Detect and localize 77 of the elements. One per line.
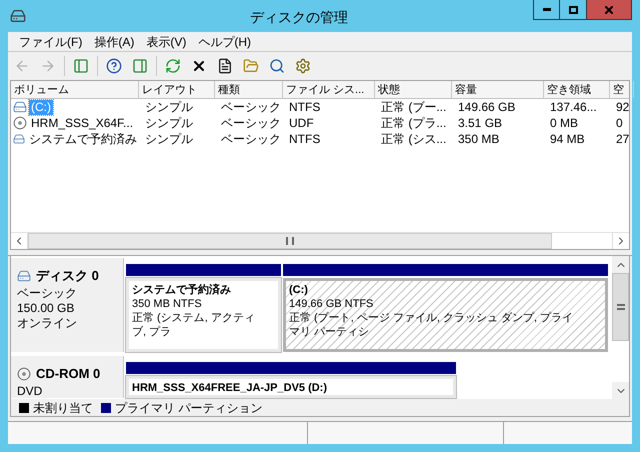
partition-status: 正常 (ブート, ページ ファイル, クラッシュ ダンプ, プライマリ パーティシ <box>289 311 574 339</box>
table-cell-text: シンプル <box>144 99 194 115</box>
disk-name: CD-ROM 0 <box>36 365 100 383</box>
close-icon <box>191 58 207 74</box>
table-cell-text: シンプル <box>144 131 194 147</box>
column-header[interactable]: 容量 <box>452 81 544 98</box>
disk-name: ディスク 0 <box>36 267 99 285</box>
partition-size: 149.66 GB NTFS <box>289 297 374 311</box>
menu-item[interactable]: 表示(V) <box>141 32 192 50</box>
table-cell-text: ベーシック <box>220 99 282 115</box>
disk-size: 150.00 GB <box>17 300 76 316</box>
table-cell-text: シンプル <box>144 115 194 131</box>
table-cell-text: 3.51 GB <box>457 115 504 131</box>
column-header[interactable]: 状態 <box>375 81 452 98</box>
column-header[interactable]: ボリューム <box>11 81 139 98</box>
partition-name: (C:) <box>289 283 309 297</box>
partition-name: システムで予約済み <box>132 283 232 297</box>
close-button[interactable] <box>587 0 632 20</box>
disc-drive-icon <box>17 366 31 381</box>
search-icon <box>269 58 285 74</box>
disk-status: オンライン <box>17 316 78 330</box>
partition-block[interactable]: システムで予約済み 350 MB NTFS 正常 (システム, アクティブ, プラ <box>126 278 281 352</box>
table-cell-text: 正常 (プラ... <box>380 115 448 131</box>
column-header[interactable]: 種類 <box>215 81 283 98</box>
legend-label: 未割り当て <box>33 400 93 416</box>
hard-drive-icon <box>13 100 27 114</box>
disk-info-panel[interactable]: ディスク 0 ベーシック 150.00 GB オンライン <box>11 258 124 352</box>
app-icon <box>10 8 26 24</box>
table-cell-text: ベーシック <box>220 131 282 147</box>
legend-label: プライマリ パーティション <box>115 400 262 416</box>
volume-name[interactable]: システムで予約済み <box>27 132 139 146</box>
partition-size: 350 MB NTFS <box>132 297 203 311</box>
disk-type: ベーシック <box>17 286 78 300</box>
horizontal-scrollbar[interactable] <box>28 233 552 249</box>
table-cell-text: 149.66 GB <box>457 99 516 115</box>
toolbar-button[interactable] <box>104 56 124 76</box>
table-cell-text: NTFS <box>288 99 322 115</box>
table-cell-text: 27 <box>615 131 630 147</box>
document-icon <box>217 58 233 74</box>
help-icon <box>106 58 122 74</box>
table-cell-text: 正常 (シス... <box>380 131 448 147</box>
table-cell-text: UDF <box>288 115 315 131</box>
table-cell-text: ベーシック <box>220 115 282 131</box>
partition-block[interactable]: HRM_SSS_X64FREE_JA-JP_DV5 (D:) <box>126 376 456 398</box>
menu-item[interactable]: ヘルプ(H) <box>193 32 256 50</box>
close-icon <box>603 4 615 16</box>
panel-icon <box>132 58 148 74</box>
table-cell-text: 0 MB <box>549 115 580 131</box>
partition-status: 正常 (システム, アクティブ, プラ <box>132 311 256 339</box>
disk-info-panel[interactable]: CD-ROM 0 DVD <box>11 356 124 398</box>
menu-item[interactable]: 操作(A) <box>89 32 140 50</box>
table-cell-text: NTFS <box>288 131 322 147</box>
refresh-icon <box>165 58 181 74</box>
hard-drive-icon <box>13 132 25 146</box>
column-header[interactable]: レイアウト <box>139 81 215 98</box>
column-header[interactable]: 空 <box>610 81 634 98</box>
menu-item[interactable]: ファイル(F) <box>14 32 88 50</box>
panel-icon <box>73 58 89 74</box>
table-cell-text: 137.46... <box>549 99 598 115</box>
settings-icon <box>295 58 311 74</box>
column-header[interactable]: ファイル シス... <box>283 81 375 98</box>
window-title: ディスクの管理 <box>250 8 348 27</box>
volume-name[interactable]: HRM_SSS_X64F... <box>29 116 136 130</box>
partition-name: HRM_SSS_X64FREE_JA-JP_DV5 (D:) <box>132 381 328 395</box>
table-cell-text: 350 MB <box>457 131 500 147</box>
minimize-button[interactable] <box>533 0 560 20</box>
table-cell-text: 94 MB <box>549 131 586 147</box>
table-cell-text: 正常 (ブー... <box>380 99 448 115</box>
partition-block[interactable]: (C:) 149.66 GB NTFS 正常 (ブート, ページ ファイル, クラッシュ ダンプ, プライマリ パーティシ <box>283 278 608 352</box>
hard-drive-icon <box>17 268 31 283</box>
folder-icon <box>243 58 259 74</box>
column-header[interactable]: 空き領域 <box>544 81 610 98</box>
disc-drive-icon <box>13 116 27 130</box>
disk-type: DVD <box>17 384 44 398</box>
vertical-scrollbar-thumb[interactable] <box>612 273 629 341</box>
table-cell-text: 92 <box>615 99 630 115</box>
table-cell-text: 0 <box>615 115 624 131</box>
